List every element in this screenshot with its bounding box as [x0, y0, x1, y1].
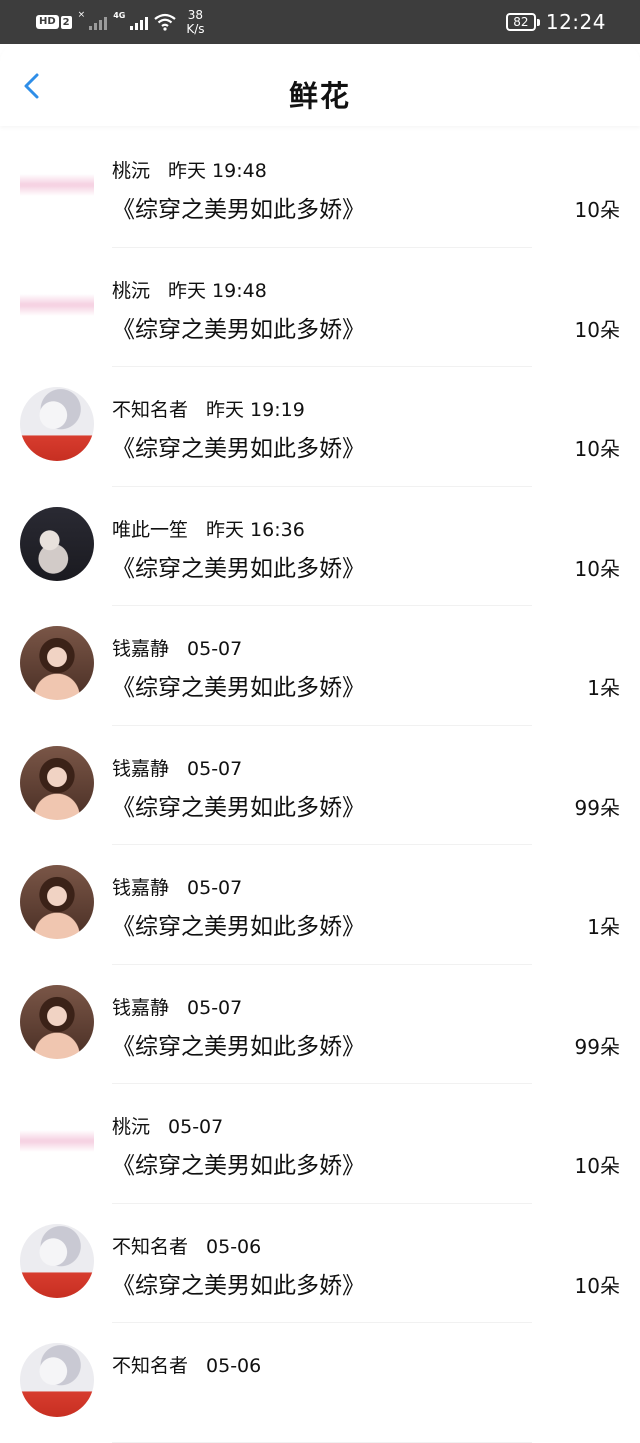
timestamp: 05-07: [187, 757, 243, 780]
book-title[interactable]: 《综穿之美男如此多娇》: [112, 1266, 365, 1300]
book-title[interactable]: 《综穿之美男如此多娇》: [112, 788, 365, 822]
avatar[interactable]: [20, 148, 94, 222]
timestamp: 05-07: [187, 996, 243, 1019]
flower-count: 10朵: [574, 317, 620, 342]
list-item[interactable]: 唯此一笙 昨天 16:36 《综穿之美男如此多娇》 10朵: [0, 487, 640, 606]
list-item[interactable]: 桃沅 昨天 19:48 《综穿之美男如此多娇》 10朵: [0, 128, 640, 248]
avatar[interactable]: [20, 1343, 94, 1417]
item-meta: 不知名者 昨天 19:19: [112, 395, 305, 422]
flower-count: 10朵: [574, 556, 620, 581]
list-item[interactable]: 钱嘉静 05-07 《综穿之美男如此多娇》 99朵: [0, 726, 640, 845]
logo-stripe: [20, 293, 94, 316]
avatar[interactable]: [20, 745, 94, 820]
nav-header: 鲜花: [0, 44, 640, 126]
item-meta: 不知名者 05-06: [112, 1232, 261, 1259]
user-name[interactable]: 桃沅: [112, 1116, 150, 1138]
hd-badge: HD: [36, 15, 59, 29]
page-title: 鲜花: [288, 79, 351, 113]
status-bar-left: HD 2 × 4G 38 K/s: [36, 8, 205, 36]
battery-icon: 82: [505, 13, 540, 31]
book-title[interactable]: 《综穿之美男如此多娇》: [112, 190, 365, 224]
flower-count: 10朵: [574, 198, 620, 222]
timestamp: 昨天 16:36: [206, 518, 305, 541]
divider: [112, 1441, 532, 1443]
flower-count: 10朵: [574, 1273, 620, 1298]
user-name[interactable]: 不知名者: [112, 1236, 188, 1258]
network-type: 4G: [113, 10, 126, 20]
flower-count: 99朵: [574, 1034, 620, 1059]
user-name[interactable]: 桃沅: [112, 160, 150, 182]
list-item[interactable]: 桃沅 昨天 19:48 《综穿之美男如此多娇》 10朵: [0, 248, 640, 367]
timestamp: 昨天 19:48: [168, 160, 267, 182]
book-title[interactable]: 《综穿之美男如此多娇》: [112, 549, 365, 583]
list-item[interactable]: 不知名者 05-06 《综穿之美男如此多娇》 10朵: [0, 1204, 640, 1323]
book-title[interactable]: 《综穿之美男如此多娇》: [112, 429, 365, 463]
timestamp: 05-07: [187, 877, 243, 899]
user-name[interactable]: 唯此一笙: [112, 519, 188, 541]
flower-count: 1朵: [587, 676, 620, 700]
list-item[interactable]: 钱嘉静 05-07 《综穿之美男如此多娇》 1朵: [0, 845, 640, 965]
item-meta: 唯此一笙 昨天 16:36: [112, 515, 305, 542]
signal-bars-icon: [130, 14, 149, 30]
logo-stripe: [20, 174, 94, 196]
item-meta: 桃沅 05-07: [112, 1112, 223, 1139]
item-meta: 桃沅 昨天 19:48: [112, 276, 267, 303]
avatar[interactable]: [20, 1223, 94, 1298]
user-name[interactable]: 钱嘉静: [112, 638, 169, 660]
network-speed: 38 K/s: [186, 8, 204, 36]
user-name[interactable]: 钱嘉静: [112, 877, 169, 899]
list-item[interactable]: 桃沅 05-07 《综穿之美男如此多娇》 10朵: [0, 1084, 640, 1204]
flower-count: 10朵: [574, 1154, 620, 1178]
user-name[interactable]: 钱嘉静: [112, 997, 169, 1019]
flower-count: 99朵: [574, 795, 620, 820]
book-title[interactable]: 《综穿之美男如此多娇》: [112, 668, 365, 702]
timestamp: 05-06: [206, 1355, 262, 1377]
speed-unit: K/s: [186, 22, 205, 36]
timestamp: 05-07: [187, 638, 243, 660]
timestamp: 05-07: [168, 1116, 224, 1138]
user-name[interactable]: 桃沅: [112, 280, 150, 302]
book-title[interactable]: 《综穿之美男如此多娇》: [112, 310, 365, 344]
avatar[interactable]: [20, 267, 94, 342]
wifi-icon: [154, 13, 177, 31]
logo-stripe: [20, 1130, 94, 1152]
item-meta: 不知名者 05-06: [112, 1351, 261, 1378]
user-name[interactable]: 不知名者: [112, 399, 188, 421]
item-meta: 钱嘉静 05-07: [112, 634, 242, 661]
item-meta: 钱嘉静 05-07: [112, 754, 242, 781]
timestamp: 昨天 19:48: [168, 279, 267, 302]
book-title[interactable]: 《综穿之美男如此多娇》: [112, 1027, 365, 1061]
clock: 12:24: [545, 10, 606, 34]
list-item[interactable]: 不知名者 05-06: [0, 1323, 640, 1443]
list-item[interactable]: 钱嘉静 05-07 《综穿之美男如此多娇》 99朵: [0, 965, 640, 1084]
avatar[interactable]: [20, 865, 94, 939]
avatar[interactable]: [20, 506, 94, 581]
item-meta: 桃沅 昨天 19:48: [112, 156, 267, 183]
item-meta: 钱嘉静 05-07: [112, 993, 242, 1020]
book-title[interactable]: 《综穿之美男如此多娇》: [112, 1146, 365, 1180]
flower-count: 1朵: [587, 915, 620, 939]
avatar[interactable]: [20, 626, 94, 700]
speed-value: 38: [187, 8, 204, 22]
list-item[interactable]: 不知名者 昨天 19:19 《综穿之美男如此多娇》 10朵: [0, 367, 640, 487]
status-bar-right: 82 12:24: [505, 10, 606, 34]
avatar[interactable]: [20, 984, 94, 1059]
avatar[interactable]: [20, 387, 94, 461]
timestamp: 昨天 19:19: [206, 399, 305, 421]
status-bar: HD 2 × 4G 38 K/s 82 12:24: [0, 0, 640, 44]
user-name[interactable]: 不知名者: [112, 1355, 188, 1377]
item-meta: 钱嘉静 05-07: [112, 873, 242, 900]
signal-bars-icon: [89, 14, 108, 30]
flower-record-list: 桃沅 昨天 19:48 《综穿之美男如此多娇》 10朵 桃沅 昨天 19:48 《综穿之美男…: [0, 128, 640, 1443]
flower-count: 10朵: [574, 437, 620, 461]
avatar[interactable]: [20, 1104, 94, 1178]
user-name[interactable]: 钱嘉静: [112, 758, 169, 780]
timestamp: 05-06: [206, 1235, 262, 1258]
sim-badge: 2: [60, 15, 72, 29]
list-item[interactable]: 钱嘉静 05-07 《综穿之美男如此多娇》 1朵: [0, 606, 640, 726]
no-signal-icon: ×: [77, 10, 86, 20]
book-title[interactable]: 《综穿之美男如此多娇》: [112, 907, 365, 941]
